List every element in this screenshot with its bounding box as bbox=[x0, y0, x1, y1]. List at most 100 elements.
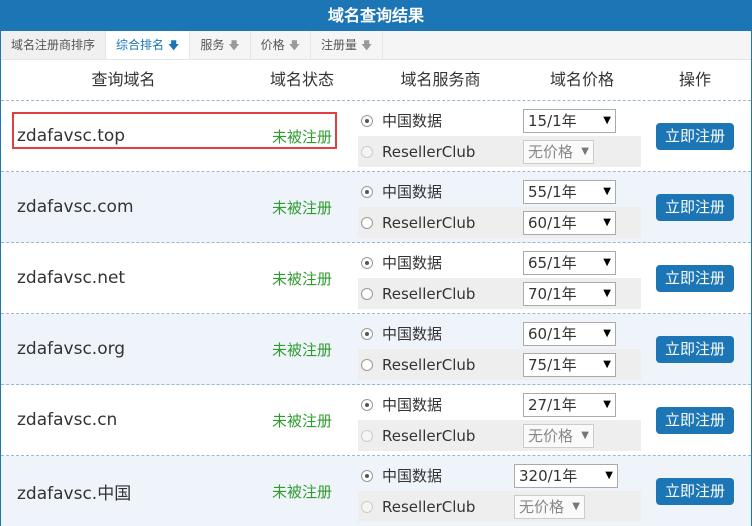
radio-checked[interactable] bbox=[361, 398, 373, 411]
status-cell: 未被注册 bbox=[246, 172, 358, 242]
dropdown-arrow-icon: ▼ bbox=[581, 430, 589, 441]
vendor-label: 中国数据 bbox=[382, 396, 443, 414]
radio-checked[interactable] bbox=[361, 256, 373, 269]
register-button[interactable]: 立即注册 bbox=[655, 122, 734, 150]
domain-cell: zdafavsc.中国 bbox=[1, 456, 246, 526]
vendor-option-primary[interactable]: 中国数据 bbox=[358, 465, 523, 486]
radio-unchecked[interactable] bbox=[361, 216, 373, 229]
dropdown-arrow-icon: ▼ bbox=[603, 328, 611, 339]
vendor-price-group: 中国数据 15/1年 ▼ ResellerClub 无价格 ▼ bbox=[358, 101, 641, 171]
price-select-primary[interactable]: 55/1年 ▼ bbox=[523, 179, 616, 204]
results-table-body: zdafavsc.top 未被注册 中国数据 15/1年 ▼ ResellerCl… bbox=[1, 101, 751, 526]
radio-unchecked[interactable] bbox=[361, 358, 373, 371]
vendor-label: 中国数据 bbox=[382, 112, 443, 130]
status-badge: 未被注册 bbox=[271, 269, 332, 288]
tab-overall-rank[interactable]: 综合排名 🡇 bbox=[106, 31, 191, 59]
price-cell: 无价格 ▼ bbox=[523, 139, 641, 164]
vendor-label: ResellerClub bbox=[382, 213, 476, 232]
vendor-line-secondary: ResellerClub 60/1年 ▼ bbox=[358, 207, 641, 238]
header-price: 域名价格 bbox=[549, 70, 614, 89]
status-badge: 未被注册 bbox=[271, 411, 332, 430]
status-badge: 未被注册 bbox=[271, 340, 332, 359]
register-button[interactable]: 立即注册 bbox=[655, 406, 734, 434]
vendor-line-secondary: ResellerClub 70/1年 ▼ bbox=[358, 278, 641, 309]
price-select-secondary: 无价格 ▼ bbox=[514, 494, 585, 519]
highlight-box bbox=[12, 112, 337, 149]
table-header: 查询域名 域名状态 域名服务商 域名价格 操作 bbox=[1, 60, 751, 101]
status-badge: 未被注册 bbox=[271, 482, 332, 501]
vendor-line-primary: 中国数据 15/1年 ▼ bbox=[358, 105, 641, 136]
radio-checked[interactable] bbox=[361, 185, 373, 198]
vendor-price-group: 中国数据 65/1年 ▼ ResellerClub 70/1年 ▼ bbox=[358, 243, 641, 313]
status-badge: 未被注册 bbox=[271, 198, 332, 217]
radio-checked[interactable] bbox=[361, 327, 373, 340]
price-select-primary[interactable]: 60/1年 ▼ bbox=[523, 321, 616, 346]
price-cell: 无价格 ▼ bbox=[523, 423, 641, 448]
vendor-label: 中国数据 bbox=[382, 254, 443, 272]
header-status: 域名状态 bbox=[269, 70, 334, 89]
vendor-line-primary: 中国数据 65/1年 ▼ bbox=[358, 247, 641, 278]
domain-cell: zdafavsc.top bbox=[1, 101, 337, 171]
tab-price[interactable]: 价格 🡇 bbox=[251, 31, 311, 59]
vendor-option-secondary[interactable]: ResellerClub bbox=[358, 285, 523, 303]
status-cell: 未被注册 bbox=[246, 314, 358, 384]
header-action: 操作 bbox=[678, 70, 711, 89]
dropdown-arrow-icon: ▼ bbox=[603, 257, 611, 268]
vendor-line-secondary: ResellerClub 无价格 ▼ bbox=[358, 136, 641, 167]
panel-title: 域名查询结果 bbox=[1, 1, 751, 31]
vendor-line-secondary: ResellerClub 无价格 ▼ bbox=[358, 420, 641, 451]
vendor-label: ResellerClub bbox=[382, 426, 476, 445]
domain-results-panel: 域名查询结果 域名注册商排序 综合排名 🡇 服务 🡇 价格 🡇 注册量 🡇 查询域名 域… bbox=[0, 0, 752, 526]
vendor-option-secondary[interactable]: ResellerClub bbox=[358, 356, 523, 374]
price-select-secondary[interactable]: 70/1年 ▼ bbox=[523, 281, 616, 306]
price-select-primary[interactable]: 65/1年 ▼ bbox=[523, 250, 616, 275]
price-select-primary[interactable]: 320/1年 ▼ bbox=[514, 463, 618, 488]
radio-checked[interactable] bbox=[361, 469, 373, 482]
tab-registrations[interactable]: 注册量 🡇 bbox=[311, 31, 384, 59]
table-row: zdafavsc.中国 未被注册 中国数据 320/1年 ▼ ResellerCl… bbox=[1, 456, 751, 526]
action-cell: 立即注册 bbox=[641, 172, 749, 242]
price-select-primary[interactable]: 27/1年 ▼ bbox=[523, 392, 616, 417]
vendor-option-primary[interactable]: 中国数据 bbox=[358, 323, 523, 344]
action-cell: 立即注册 bbox=[641, 243, 749, 313]
header-domain: 查询域名 bbox=[91, 70, 156, 89]
vendor-option-secondary: ResellerClub bbox=[358, 427, 523, 445]
price-select-secondary: 无价格 ▼ bbox=[523, 139, 594, 164]
arrow-down-icon: 🡇 bbox=[288, 39, 300, 52]
price-cell: 15/1年 ▼ bbox=[523, 108, 641, 133]
vendor-option-primary[interactable]: 中国数据 bbox=[358, 110, 523, 131]
register-button[interactable]: 立即注册 bbox=[655, 193, 734, 221]
tab-sort-label: 域名注册商排序 bbox=[1, 31, 107, 59]
action-cell: 立即注册 bbox=[641, 101, 749, 171]
vendor-label: ResellerClub bbox=[382, 284, 476, 303]
register-button[interactable]: 立即注册 bbox=[655, 477, 734, 505]
arrow-down-icon: 🡇 bbox=[168, 39, 180, 52]
status-cell: 未被注册 bbox=[246, 243, 358, 313]
dropdown-arrow-icon: ▼ bbox=[603, 115, 611, 126]
radio-checked[interactable] bbox=[361, 114, 373, 127]
price-select-primary[interactable]: 15/1年 ▼ bbox=[523, 108, 616, 133]
vendor-price-group: 中国数据 60/1年 ▼ ResellerClub 75/1年 ▼ bbox=[358, 314, 641, 384]
domain-cell: zdafavsc.org bbox=[1, 314, 246, 384]
vendor-option-primary[interactable]: 中国数据 bbox=[358, 252, 523, 273]
domain-cell: zdafavsc.com bbox=[1, 172, 246, 242]
tab-service[interactable]: 服务 🡇 bbox=[190, 31, 251, 59]
action-cell: 立即注册 bbox=[641, 314, 749, 384]
domain-cell: zdafavsc.net bbox=[1, 243, 246, 313]
dropdown-arrow-icon: ▼ bbox=[603, 399, 611, 410]
register-button[interactable]: 立即注册 bbox=[655, 335, 734, 363]
price-select-secondary[interactable]: 75/1年 ▼ bbox=[523, 352, 616, 377]
vendor-label: 中国数据 bbox=[382, 183, 443, 201]
dropdown-arrow-icon: ▼ bbox=[603, 217, 611, 228]
radio-unchecked bbox=[361, 500, 373, 513]
vendor-option-primary[interactable]: 中国数据 bbox=[358, 394, 523, 415]
vendor-option-secondary[interactable]: ResellerClub bbox=[358, 214, 523, 232]
register-button[interactable]: 立即注册 bbox=[655, 264, 734, 292]
vendor-line-primary: 中国数据 55/1年 ▼ bbox=[358, 176, 641, 207]
sort-tabs: 域名注册商排序 综合排名 🡇 服务 🡇 价格 🡇 注册量 🡇 bbox=[1, 31, 751, 60]
vendor-option-primary[interactable]: 中国数据 bbox=[358, 181, 523, 202]
domain-name: zdafavsc.net bbox=[17, 268, 126, 288]
price-select-secondary[interactable]: 60/1年 ▼ bbox=[523, 210, 616, 235]
radio-unchecked[interactable] bbox=[361, 287, 373, 300]
table-row: zdafavsc.net 未被注册 中国数据 65/1年 ▼ ResellerCl… bbox=[1, 243, 751, 314]
